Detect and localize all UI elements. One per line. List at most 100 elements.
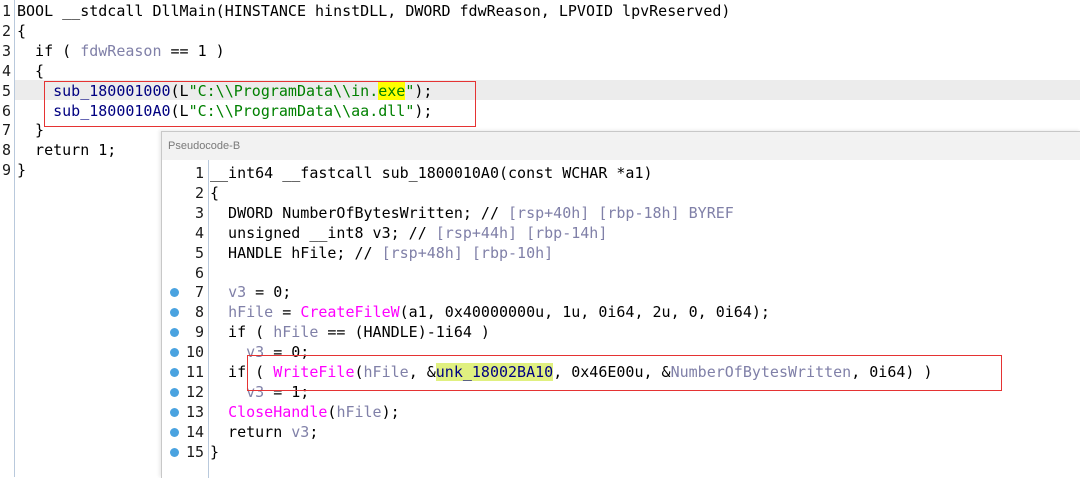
code-token: {	[210, 183, 220, 202]
code-text[interactable]: HANDLE hFile; // [rsp+48h] [rbp-10h]	[210, 243, 553, 263]
code-line[interactable]: 10 v3 = 0;	[162, 342, 1080, 362]
code-text[interactable]: if ( hFile == (HANDLE)-1i64 )	[210, 322, 490, 342]
breakpoint-dot-icon[interactable]	[170, 348, 179, 358]
code-text[interactable]: v3 = 0;	[210, 342, 309, 362]
code-text[interactable]: {	[210, 183, 219, 203]
code-token: if (	[210, 363, 274, 381]
code-line[interactable]: 13 CloseHandle(hFile);	[162, 402, 1080, 422]
code-line[interactable]: 6 sub_1800010A0(L"C:\\ProgramData\\aa.dl…	[0, 101, 1080, 121]
code-token: }	[17, 161, 27, 180]
code-line[interactable]: 6	[162, 263, 1080, 283]
breakpoint-dot-icon[interactable]	[170, 288, 179, 298]
code-text[interactable]: {	[17, 61, 44, 81]
line-number: 3	[194, 203, 204, 222]
breakpoint-dot-icon[interactable]	[170, 308, 179, 318]
code-token: __int64 __fastcall sub_1800010A0(const W…	[210, 164, 653, 182]
code-line[interactable]: 1 __int64 __fastcall sub_1800010A0(const …	[162, 163, 1080, 183]
breakpoint-dot-icon[interactable]	[170, 368, 179, 377]
code-token: [rsp+48h] [rbp-10h]	[381, 243, 554, 262]
code-token: = 0;	[246, 283, 292, 302]
code-line[interactable]: 3 if ( fdwReason == 1 )	[0, 41, 1080, 61]
code-token: v3	[246, 382, 265, 401]
code-token: [rsp+40h] [rbp-18h] BYREF	[508, 203, 734, 222]
code-text[interactable]: return 1;	[17, 140, 116, 160]
line-number: 3	[1, 41, 11, 60]
window-title[interactable]: Pseudocode-B	[162, 132, 1080, 160]
code-token: {	[17, 61, 45, 80]
code-text[interactable]: {	[17, 21, 26, 41]
code-line[interactable]: 9 if ( hFile == (HANDLE)-1i64 )	[162, 322, 1080, 342]
breakpoint-dot-icon[interactable]	[170, 387, 179, 397]
code-text[interactable]: DWORD NumberOfBytesWritten; // [rsp+40h]…	[210, 203, 734, 223]
code-line[interactable]: 2{	[162, 183, 1080, 203]
code-line[interactable]: 11 if ( WriteFile(hFile, &unk_18002BA10,…	[162, 362, 1080, 382]
code-token: {	[17, 21, 27, 40]
code-line[interactable]: 3 DWORD NumberOfBytesWritten; // [rsp+40…	[162, 203, 1080, 223]
code-line[interactable]: 14 return v3;	[162, 422, 1080, 442]
code-token: return	[210, 422, 292, 441]
code-token: "C:\\ProgramData\\in.	[188, 81, 379, 100]
code-token: unk_18002BA10	[435, 363, 554, 381]
code-text[interactable]: if ( fdwReason == 1 )	[17, 41, 225, 61]
code-text[interactable]: sub_1800010A0(L"C:\\ProgramData\\aa.dll"…	[17, 101, 432, 121]
code-text[interactable]: __int64 __fastcall sub_1800010A0(const W…	[210, 163, 653, 183]
line-number: 9	[1, 161, 11, 180]
breakpoint-dot-icon[interactable]	[170, 447, 179, 457]
breakpoint-dot-icon[interactable]	[170, 407, 179, 417]
code-line[interactable]: 5 HANDLE hFile; // [rsp+48h] [rbp-10h]	[162, 243, 1080, 263]
code-token: return 1;	[17, 141, 117, 160]
breakpoint-dot-icon[interactable]	[170, 328, 179, 338]
pseudocode-b-window[interactable]: Pseudocode-B 1 __int64 __fastcall sub_180…	[161, 131, 1080, 478]
code-token: (L	[170, 81, 189, 100]
code-token: hFile	[273, 323, 319, 342]
code-text[interactable]: v3 = 1;	[210, 382, 309, 402]
line-number: 2	[194, 183, 204, 202]
code-token: = 0;	[264, 343, 310, 362]
code-text[interactable]: }	[17, 120, 44, 140]
line-number: 4	[194, 223, 204, 242]
line-number: 8	[1, 141, 11, 160]
code-text[interactable]: return v3;	[210, 422, 318, 442]
line-number: 13	[185, 402, 204, 421]
code-line[interactable]: 4 unsigned __int8 v3; // [rsp+44h] [rbp-…	[162, 223, 1080, 243]
code-token: CreateFileW	[300, 303, 400, 322]
breakpoint-dot-icon[interactable]	[170, 427, 179, 437]
code-text[interactable]: sub_180001000(L"C:\\ProgramData\\in.exe"…	[17, 81, 432, 101]
code-line[interactable]: 4 {	[0, 61, 1080, 81]
code-text[interactable]: BOOL __stdcall DllMain(HINSTANCE hinstDL…	[17, 1, 730, 21]
code-text[interactable]: unsigned __int8 v3; // [rsp+44h] [rbp-14…	[210, 223, 607, 243]
code-token: , 0x46E00u, &	[553, 363, 671, 381]
code-line[interactable]: 7 v3 = 0;	[162, 282, 1080, 302]
code-line[interactable]: 12 v3 = 1;	[162, 382, 1080, 402]
code-line[interactable]: 15}	[162, 442, 1080, 462]
line-number: 14	[185, 422, 204, 441]
code-token: DWORD NumberOfBytesWritten; //	[210, 203, 509, 222]
code-text[interactable]: hFile = CreateFileW(a1, 0x40000000u, 1u,…	[210, 302, 770, 322]
code-line[interactable]: 1 BOOL __stdcall DllMain(HINSTANCE hinstD…	[0, 1, 1080, 21]
code-token: ;	[309, 422, 319, 441]
code-line[interactable]: 8 hFile = CreateFileW(a1, 0x40000000u, 1…	[162, 302, 1080, 322]
code-text[interactable]: if ( WriteFile(hFile, &unk_18002BA10, 0x…	[210, 362, 933, 382]
code-token: , &	[408, 363, 436, 381]
code-token: }	[17, 121, 45, 140]
code-text[interactable]: }	[17, 160, 26, 180]
code-token: if (	[210, 323, 274, 342]
code-token: sub_1800010A0	[17, 101, 171, 120]
code-token: if (	[17, 41, 81, 60]
code-token: (a1, 0x40000000u, 1u, 0i64, 2u, 0, 0i64)…	[399, 303, 770, 322]
code-text[interactable]: }	[210, 442, 219, 462]
code-text[interactable]: CloseHandle(hFile);	[210, 402, 400, 422]
code-line[interactable]: 2{	[0, 21, 1080, 41]
code-token: hFile	[336, 402, 382, 421]
code-token: );	[381, 402, 400, 421]
line-number: 4	[1, 61, 11, 80]
code-token: =	[273, 303, 301, 322]
code-token: v3	[228, 283, 247, 302]
code-text[interactable]: v3 = 0;	[210, 282, 291, 302]
code-line[interactable]: 5 sub_180001000(L"C:\\ProgramData\\in.ex…	[0, 81, 1080, 101]
code-token: hFile	[363, 363, 409, 381]
line-number: 7	[194, 283, 204, 302]
code-token: "C:\\ProgramData\\aa.dll"	[188, 101, 415, 120]
